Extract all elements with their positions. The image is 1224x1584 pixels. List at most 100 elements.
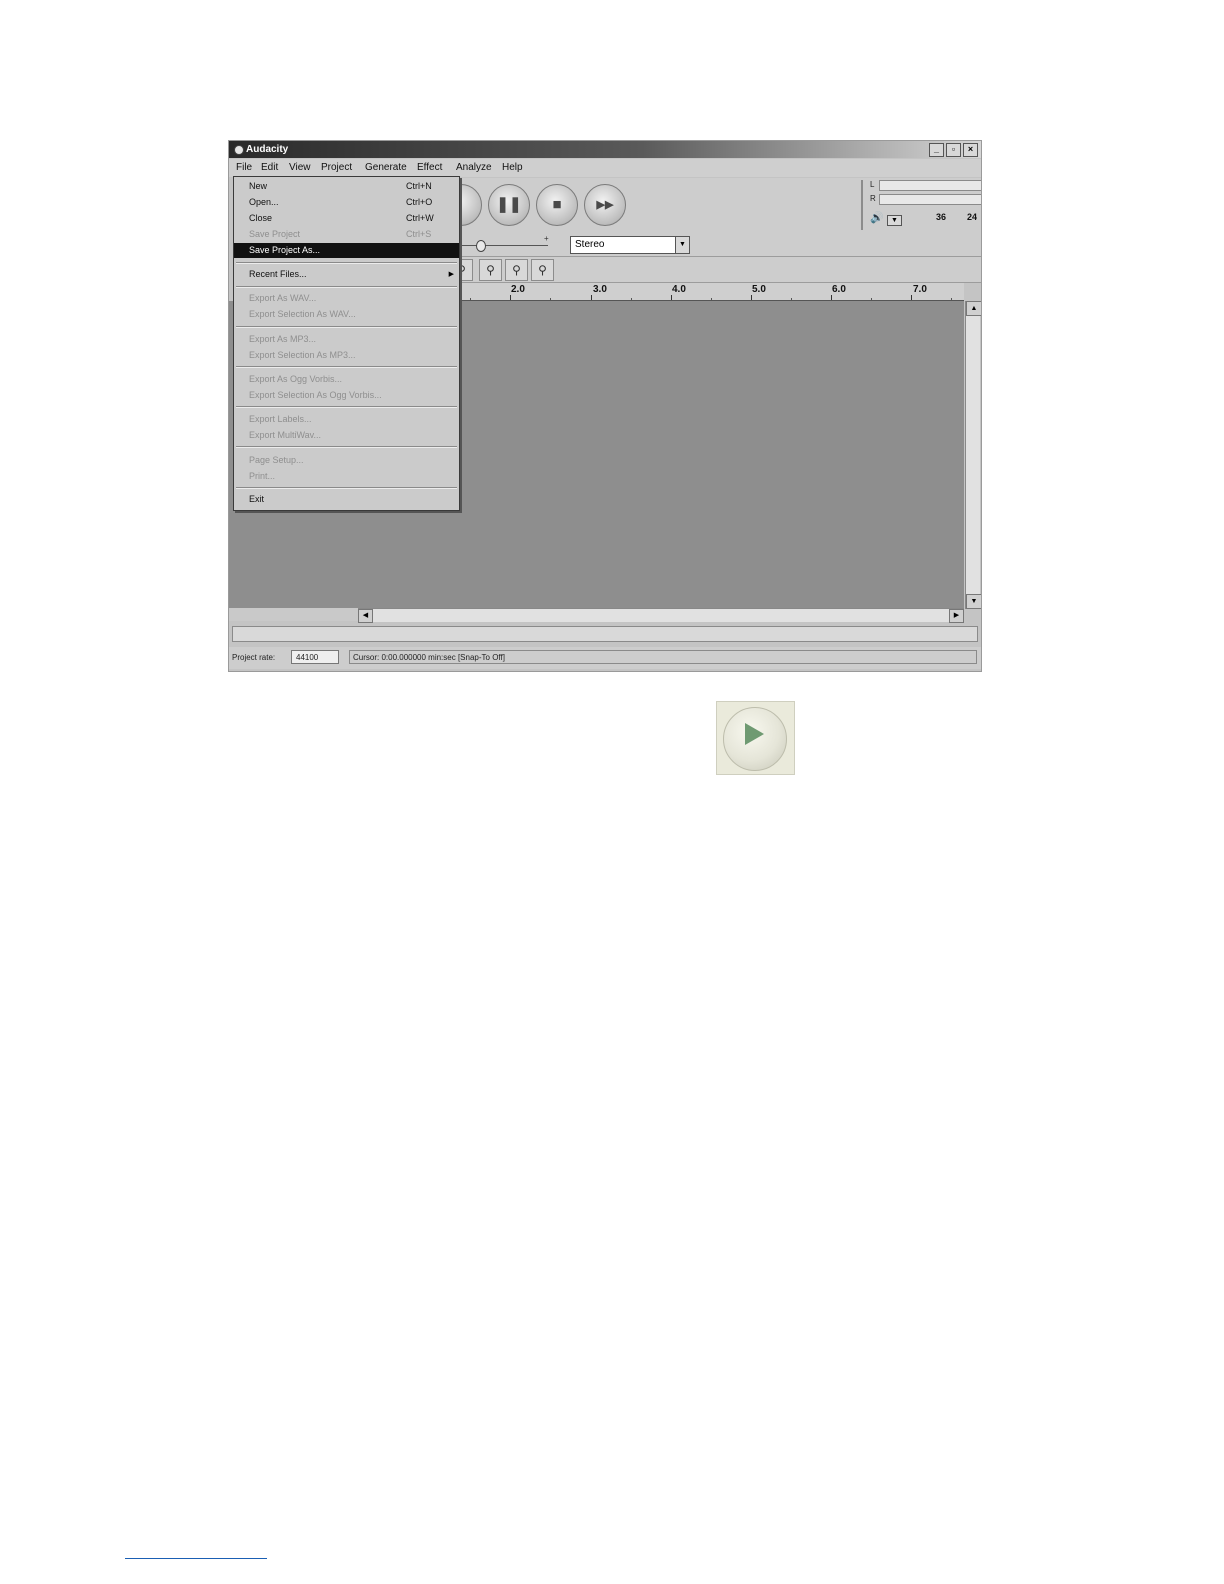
menu-bar: File Edit View Project Generate Effect A…	[229, 159, 981, 177]
menu-separator	[236, 286, 457, 288]
menu-item-label: Export Selection As MP3...	[249, 350, 356, 360]
menu-item-export-multiwav[interactable]: Export MultiWav...	[234, 428, 459, 443]
close-button[interactable]: ×	[963, 143, 978, 157]
meter-tick: 36	[936, 212, 947, 222]
audacity-screenshot: Audacity _ ▫ × File Edit View Project Ge…	[228, 140, 982, 672]
meter-tick: 24	[967, 212, 978, 222]
menu-item-label: Close	[249, 213, 273, 223]
menu-item-export-wav[interactable]: Export As WAV...	[234, 291, 459, 306]
scroll-left-icon[interactable]: ◀	[358, 609, 373, 623]
ruler-tick	[671, 295, 672, 300]
menu-file[interactable]: File	[236, 159, 252, 177]
vertical-scrollbar[interactable]: ▲ ▼	[965, 301, 981, 609]
stop-icon: ■	[552, 196, 562, 213]
menu-item-export-selection-wav[interactable]: Export Selection As WAV...	[234, 307, 459, 322]
ruler-label: 6.0	[832, 284, 846, 295]
skip-to-end-icon: ▶▶	[596, 199, 614, 211]
menu-item-shortcut: Ctrl+N	[406, 181, 432, 191]
menu-separator	[236, 366, 457, 368]
play-button[interactable]	[716, 701, 795, 775]
pause-button[interactable]: ❚❚	[488, 184, 530, 226]
menu-item-shortcut: Ctrl+O	[406, 197, 433, 207]
ruler-label: 3.0	[593, 284, 607, 295]
menu-item-label: Export Selection As Ogg Vorbis...	[249, 390, 382, 400]
ruler-minor-tick	[470, 298, 471, 300]
project-rate-label: Project rate:	[232, 653, 276, 662]
ruler-minor-tick	[951, 298, 952, 300]
channels-value: Stereo	[575, 239, 605, 250]
menu-separator	[236, 262, 457, 264]
menu-project[interactable]: Project	[321, 159, 352, 177]
menu-item-label: Export As MP3...	[249, 334, 317, 344]
menu-item-save-project[interactable]: Save Project Ctrl+S	[234, 227, 459, 242]
playback-meter-right-bar	[879, 194, 981, 205]
menu-item-export-mp3[interactable]: Export As MP3...	[234, 332, 459, 347]
volume-slider-track	[460, 245, 548, 246]
menu-item-save-project-as[interactable]: Save Project As...	[234, 243, 459, 258]
menu-item-exit[interactable]: Exit	[234, 492, 459, 507]
menu-item-recent-files[interactable]: Recent Files... ▶	[234, 267, 459, 282]
menu-item-shortcut: Ctrl+S	[406, 229, 432, 239]
menu-item-page-setup[interactable]: Page Setup...	[234, 453, 459, 468]
channels-select[interactable]: Stereo ▼	[570, 236, 690, 254]
menu-item-label: Export As WAV...	[249, 293, 317, 303]
title-bar: Audacity _ ▫ ×	[229, 141, 981, 158]
menu-item-export-ogg[interactable]: Export As Ogg Vorbis...	[234, 372, 459, 387]
menu-effect[interactable]: Effect	[417, 159, 442, 177]
horizontal-scrollbar[interactable]: ◀ ▶	[358, 608, 964, 623]
menu-item-label: Export Labels...	[249, 414, 312, 424]
scroll-up-icon[interactable]: ▲	[966, 301, 981, 316]
menu-separator	[236, 446, 457, 448]
skip-end-button[interactable]: ▶▶	[584, 184, 626, 226]
audacity-app-icon	[234, 145, 244, 155]
ruler-label: 2.0	[511, 284, 525, 295]
ruler-label: 4.0	[672, 284, 686, 295]
menu-item-label: Exit	[249, 494, 265, 504]
status-strip	[232, 626, 978, 642]
ruler-minor-tick	[631, 298, 632, 300]
mixer-toolbar: + Stereo ▼	[458, 234, 981, 257]
menu-analyze[interactable]: Analyze	[456, 159, 492, 177]
ruler-tick	[591, 295, 592, 300]
menu-item-export-labels[interactable]: Export Labels...	[234, 412, 459, 427]
menu-item-label: Save Project	[249, 229, 301, 239]
ruler-minor-tick	[711, 298, 712, 300]
ruler-minor-tick	[550, 298, 551, 300]
playback-meter-dropdown[interactable]: ▼	[887, 215, 902, 226]
menu-item-open[interactable]: Open... Ctrl+O	[234, 195, 459, 210]
menu-generate[interactable]: Generate	[365, 159, 407, 177]
minimize-button[interactable]: _	[929, 143, 944, 157]
ruler-tick	[911, 295, 912, 300]
meter-right-label: R	[870, 194, 876, 203]
pause-icon: ❚❚	[496, 196, 522, 213]
menu-item-label: Open...	[249, 197, 279, 207]
fit-selection-icon[interactable]: ⚲	[505, 259, 528, 281]
menu-separator	[236, 406, 457, 408]
menu-item-close[interactable]: Close Ctrl+W	[234, 211, 459, 226]
chevron-down-icon[interactable]: ▼	[675, 237, 689, 253]
restore-button[interactable]: ▫	[946, 143, 961, 157]
ruler-tick	[831, 295, 832, 300]
playback-meter: L R 🔊 ▼ 36 24 12 0	[870, 180, 981, 230]
menu-item-export-selection-ogg[interactable]: Export Selection As Ogg Vorbis...	[234, 388, 459, 403]
playback-meter-left-bar	[879, 180, 981, 191]
menu-help[interactable]: Help	[502, 159, 523, 177]
menu-item-export-selection-mp3[interactable]: Export Selection As MP3...	[234, 348, 459, 363]
timeline-ruler[interactable]: 2.0 3.0 4.0 5.0 6.0 7.0	[458, 283, 964, 301]
stop-button[interactable]: ■	[536, 184, 578, 226]
zoom-out-icon[interactable]: ⚲	[479, 259, 502, 281]
cursor-status: Cursor: 0:00.000000 min:sec [Snap-To Off…	[349, 650, 977, 664]
project-rate-field[interactable]: 44100	[291, 650, 339, 664]
menu-view[interactable]: View	[289, 159, 311, 177]
volume-slider-thumb[interactable]	[476, 240, 486, 252]
menu-edit[interactable]: Edit	[261, 159, 278, 177]
scroll-down-icon[interactable]: ▼	[966, 594, 981, 609]
menu-item-label: Save Project As...	[249, 245, 321, 255]
footnote-separator	[125, 1558, 267, 1559]
scroll-right-icon[interactable]: ▶	[949, 609, 964, 623]
speaker-icon: 🔊	[870, 212, 884, 224]
menu-item-print[interactable]: Print...	[234, 469, 459, 484]
submenu-arrow-icon: ▶	[448, 271, 454, 278]
menu-item-new[interactable]: New Ctrl+N	[234, 179, 459, 194]
fit-project-icon[interactable]: ⚲	[531, 259, 554, 281]
